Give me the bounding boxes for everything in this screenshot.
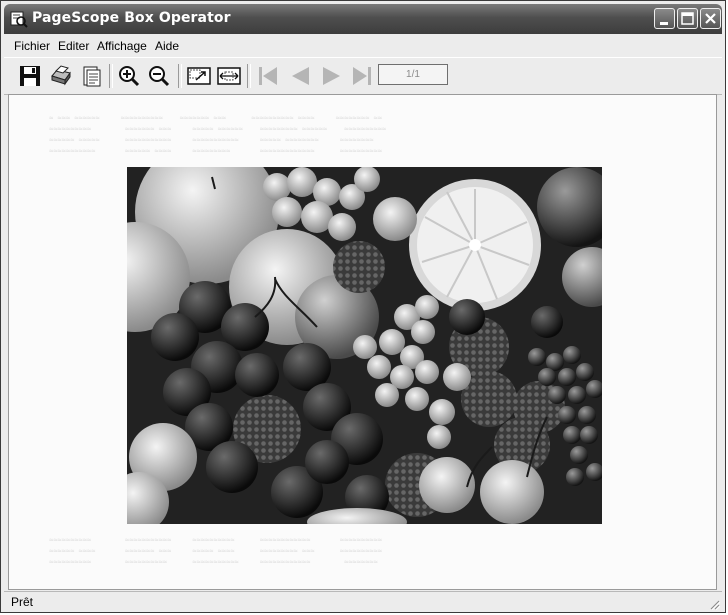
resize-grip-icon[interactable] [708,598,720,610]
scanned-fruit-photo [127,167,602,524]
show-through-text: ≈≈≈≈≈≈≈≈≈≈ ≈≈≈≈≈≈≈≈≈≈≈ ≈≈≈≈≈≈≈≈≈≈ ≈≈≈≈≈≈… [49,536,382,566]
status-bar: Prêt [4,591,722,612]
fruit-image [127,167,602,524]
save-icon[interactable] [18,64,42,88]
menu-aide[interactable]: Aide [155,39,179,53]
status-text: Prêt [11,595,34,609]
menu-fichier[interactable]: Fichier [14,39,50,53]
first-page-icon[interactable] [256,64,280,88]
close-button[interactable] [700,8,721,29]
toolbar: 1/1 [4,57,722,95]
page-indicator: 1/1 [378,64,448,85]
toolbar-separator [109,64,113,88]
toolbar-separator [178,64,182,88]
menu-editer[interactable]: Editer [58,39,89,53]
maximize-icon [681,12,694,25]
scanner-app-icon [10,11,28,28]
last-page-icon[interactable] [350,64,374,88]
document-viewport[interactable]: ≈ ≈≈≈ ≈≈≈≈≈≈ ≈≈≈≈≈≈≈≈≈≈ ≈≈≈≈≈≈≈ ≈≈≈ ≈≈≈≈… [8,94,717,590]
previous-page-icon[interactable] [288,64,312,88]
minimize-button[interactable] [654,8,675,29]
maximize-button[interactable] [677,8,698,29]
minimize-icon [660,22,668,25]
document-properties-icon[interactable] [80,64,104,88]
zoom-out-icon[interactable] [147,64,171,88]
title-bar[interactable]: PageScope Box Operator [4,4,722,34]
menu-affichage[interactable]: Affichage [97,39,147,53]
print-icon[interactable] [49,64,73,88]
menu-bar: Fichier Editer Affichage Aide [4,35,722,57]
close-icon [705,13,716,24]
next-page-icon[interactable] [320,64,344,88]
fit-width-icon[interactable] [217,64,241,88]
toolbar-separator [247,64,251,88]
window-title: PageScope Box Operator [32,10,231,26]
fit-page-icon[interactable] [187,64,211,88]
zoom-in-icon[interactable] [117,64,141,88]
show-through-text: ≈ ≈≈≈ ≈≈≈≈≈≈ ≈≈≈≈≈≈≈≈≈≈ ≈≈≈≈≈≈≈ ≈≈≈ ≈≈≈≈… [49,114,387,155]
app-window: PageScope Box Operator Fichier Editer Af… [0,0,726,613]
